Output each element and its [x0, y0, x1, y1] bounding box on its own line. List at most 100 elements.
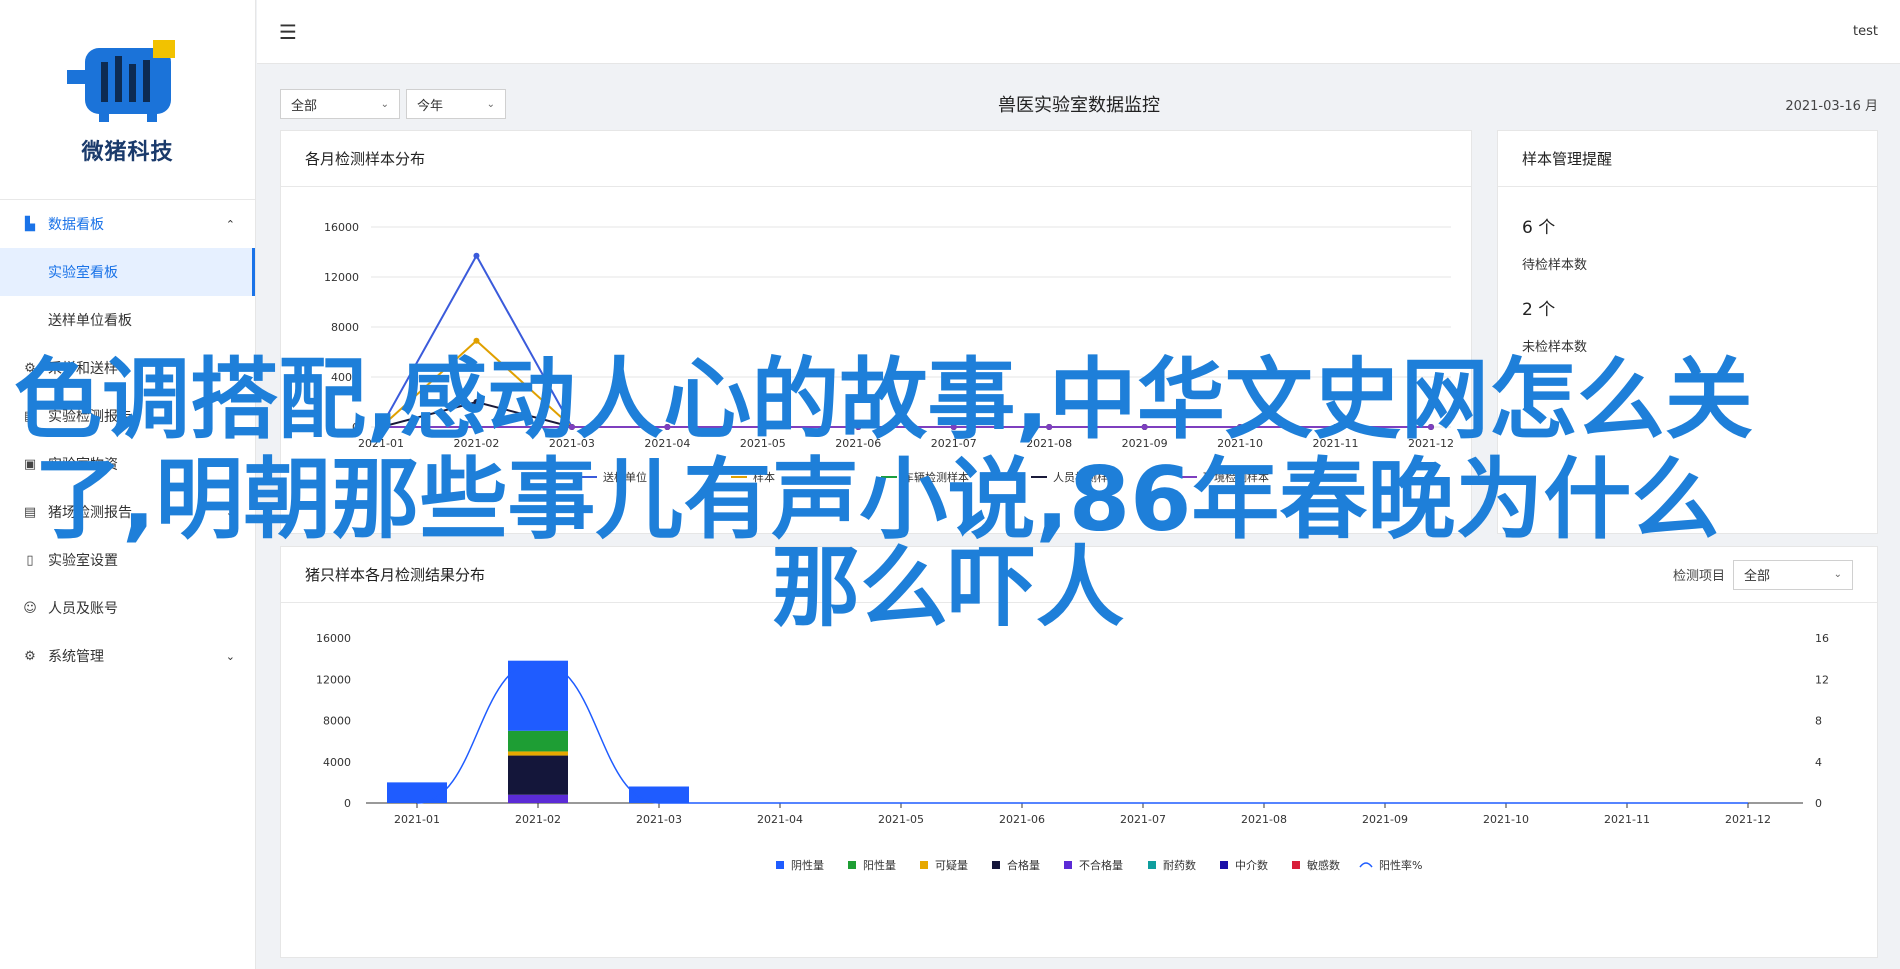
y-tick-label: 12000 — [316, 673, 351, 686]
chevron-down-icon: ⌄ — [225, 649, 235, 663]
bar-segment — [387, 782, 447, 803]
logo: 微猪科技 — [0, 0, 255, 200]
sidebar-item-label: 数据看板 — [48, 217, 104, 233]
chevron-down-icon: ⌄ — [225, 505, 235, 519]
x-tick-label: 2021-01 — [358, 437, 404, 450]
x-tick-label: 2021-12 — [1725, 813, 1771, 826]
pig-results-chart: 0 4000 8000 12000 16000 0 4 8 12 16 2021-01 2021-02… — [316, 632, 1829, 872]
test-item-label: 检测项目 — [1672, 569, 1725, 584]
sidebar-item-lab-supplies[interactable]: ▣ 实验室物资 ⌄ — [0, 440, 255, 488]
sidebar-item-system[interactable]: ⚙ 系统管理 ⌄ — [0, 632, 255, 680]
filter-bar: 全部 ⌄ 今年 ⌄ 兽医实验室数据监控 2021-03-16 月 — [280, 88, 1878, 120]
sidebar-item-lab-report[interactable]: ▤ 实验检测报告 ⌄ — [0, 392, 255, 440]
y-tick-label: 4000 — [323, 756, 351, 769]
y-tick-label: 0 — [344, 797, 351, 810]
x-tick-label: 2021-05 — [878, 813, 924, 826]
period-select-value: 今年 — [417, 98, 444, 114]
pending-count: 6 个 — [1522, 218, 1556, 238]
legend-label: 送样单位 — [603, 470, 647, 484]
legend-label: 人员检测样本 — [1053, 470, 1119, 484]
panel-title: 猪只样本各月检测结果分布 — [305, 566, 486, 584]
y2-tick-label: 16 — [1815, 632, 1829, 645]
x-tick-label: 2021-08 — [1241, 813, 1287, 826]
page-title: 兽医实验室数据监控 — [998, 95, 1160, 116]
legend-swatch — [1220, 861, 1228, 869]
rate-line — [416, 660, 1748, 804]
menu-collapse-icon[interactable]: ☰ — [279, 20, 297, 44]
sidebar-item-submitter-board[interactable]: 送样单位看板 — [0, 296, 255, 344]
doc-icon: ▤ — [23, 408, 37, 424]
legend-swatch — [776, 861, 784, 869]
chevron-down-icon: ⌄ — [1833, 569, 1842, 580]
sidebar-item-data-board[interactable]: ▙ 数据看板 ⌃ — [0, 200, 255, 248]
sidebar-item-label: 采样和送样 — [48, 361, 118, 377]
sidebar-item-users[interactable]: ☺ 人员及账号 — [0, 584, 255, 632]
gear-icon: ⚙ — [24, 360, 36, 376]
sidebar-item-lab-settings[interactable]: ▯ 实验室设置 — [0, 536, 255, 584]
bar-segment — [508, 794, 568, 803]
unchecked-count: 2 个 — [1522, 300, 1556, 320]
legend-label: 阴性量 — [791, 858, 824, 872]
x-tick-label: 2021-11 — [1313, 437, 1359, 450]
legend-swatch — [920, 861, 928, 869]
data-point — [950, 424, 957, 430]
sidebar-item-label: 猪场检测报告 — [48, 505, 132, 521]
x-tick-label: 2021-10 — [1217, 437, 1263, 450]
user-name[interactable]: test — [1853, 24, 1878, 39]
data-point — [664, 424, 671, 430]
doc-icon: ▤ — [23, 504, 37, 520]
sidebar-item-farm-report[interactable]: ▤ 猪场检测报告 ⌄ — [0, 488, 255, 536]
data-point — [473, 252, 480, 259]
chevron-down-icon: ⌄ — [380, 98, 389, 110]
sidebar-item-sampling[interactable]: ⚙ 采样和送样 ⌄ — [0, 344, 255, 392]
sidebar-item-label: 系统管理 — [48, 649, 104, 665]
data-point — [855, 424, 862, 430]
x-tick-label: 2021-11 — [1604, 813, 1650, 826]
range-select[interactable]: 全部 ⌄ — [280, 89, 400, 119]
sidebar-item-label: 人员及账号 — [48, 601, 118, 617]
legend-swatch — [1148, 861, 1156, 869]
legend-label: 中介数 — [1235, 859, 1268, 872]
data-point — [1237, 424, 1244, 430]
y-tick-label: 16000 — [316, 632, 351, 645]
data-point — [1141, 424, 1148, 430]
legend-label: 可疑量 — [935, 859, 968, 872]
legend-swatch — [992, 861, 1000, 869]
sidebar-item-lab-board[interactable]: 实验室看板 — [0, 248, 255, 296]
chevron-down-icon: ⌄ — [225, 361, 235, 375]
period-select[interactable]: 今年 ⌄ — [406, 89, 506, 119]
legend-label: 耐药数 — [1163, 859, 1196, 872]
data-point — [568, 424, 575, 430]
reminder-list: 6 个 待检样本数 2 个 未检样本数 — [1498, 187, 1877, 403]
x-tick-label: 2021-09 — [1362, 813, 1408, 826]
chevron-down-icon: ⌄ — [225, 457, 235, 471]
panel-header: 猪只样本各月检测结果分布 检测项目 全部 ⌄ — [281, 547, 1877, 603]
x-tick-label: 2021-06 — [835, 437, 881, 450]
bar-segment — [508, 755, 568, 795]
sidebar-item-label: 实验室物资 — [48, 457, 118, 473]
x-tick-label: 2021-03 — [636, 813, 682, 826]
chevron-down-icon: ⌄ — [486, 98, 495, 110]
y-tick-label: 16000 — [324, 221, 359, 234]
y-tick-label: 0 — [352, 421, 359, 434]
lock-icon: ▯ — [26, 552, 34, 568]
bar-segment — [508, 751, 568, 756]
x-tick-label: 2021-07 — [1120, 813, 1166, 826]
y-tick-label: 8000 — [331, 321, 359, 334]
test-item-select[interactable]: 全部 ⌄ — [1733, 559, 1853, 590]
test-item-filter: 检测项目 全部 ⌄ — [1672, 559, 1853, 590]
chevron-up-icon: ⌃ — [225, 217, 235, 231]
y2-tick-label: 4 — [1815, 756, 1822, 769]
data-point — [473, 424, 480, 430]
legend-label: 不合格量 — [1079, 858, 1123, 872]
x-tick-label: 2021-05 — [740, 437, 786, 450]
x-tick-label: 2021-10 — [1483, 813, 1529, 826]
pig-results-panel: 猪只样本各月检测结果分布 检测项目 全部 ⌄ 0 4000 8000 12000 160… — [280, 546, 1878, 958]
bar-segment — [508, 730, 568, 752]
series-line — [380, 400, 1431, 428]
range-select-value: 全部 — [291, 98, 318, 114]
y2-tick-label: 0 — [1815, 797, 1822, 810]
series-line — [380, 253, 1431, 428]
data-point — [1046, 424, 1053, 430]
x-tick-label: 2021-07 — [931, 437, 977, 450]
